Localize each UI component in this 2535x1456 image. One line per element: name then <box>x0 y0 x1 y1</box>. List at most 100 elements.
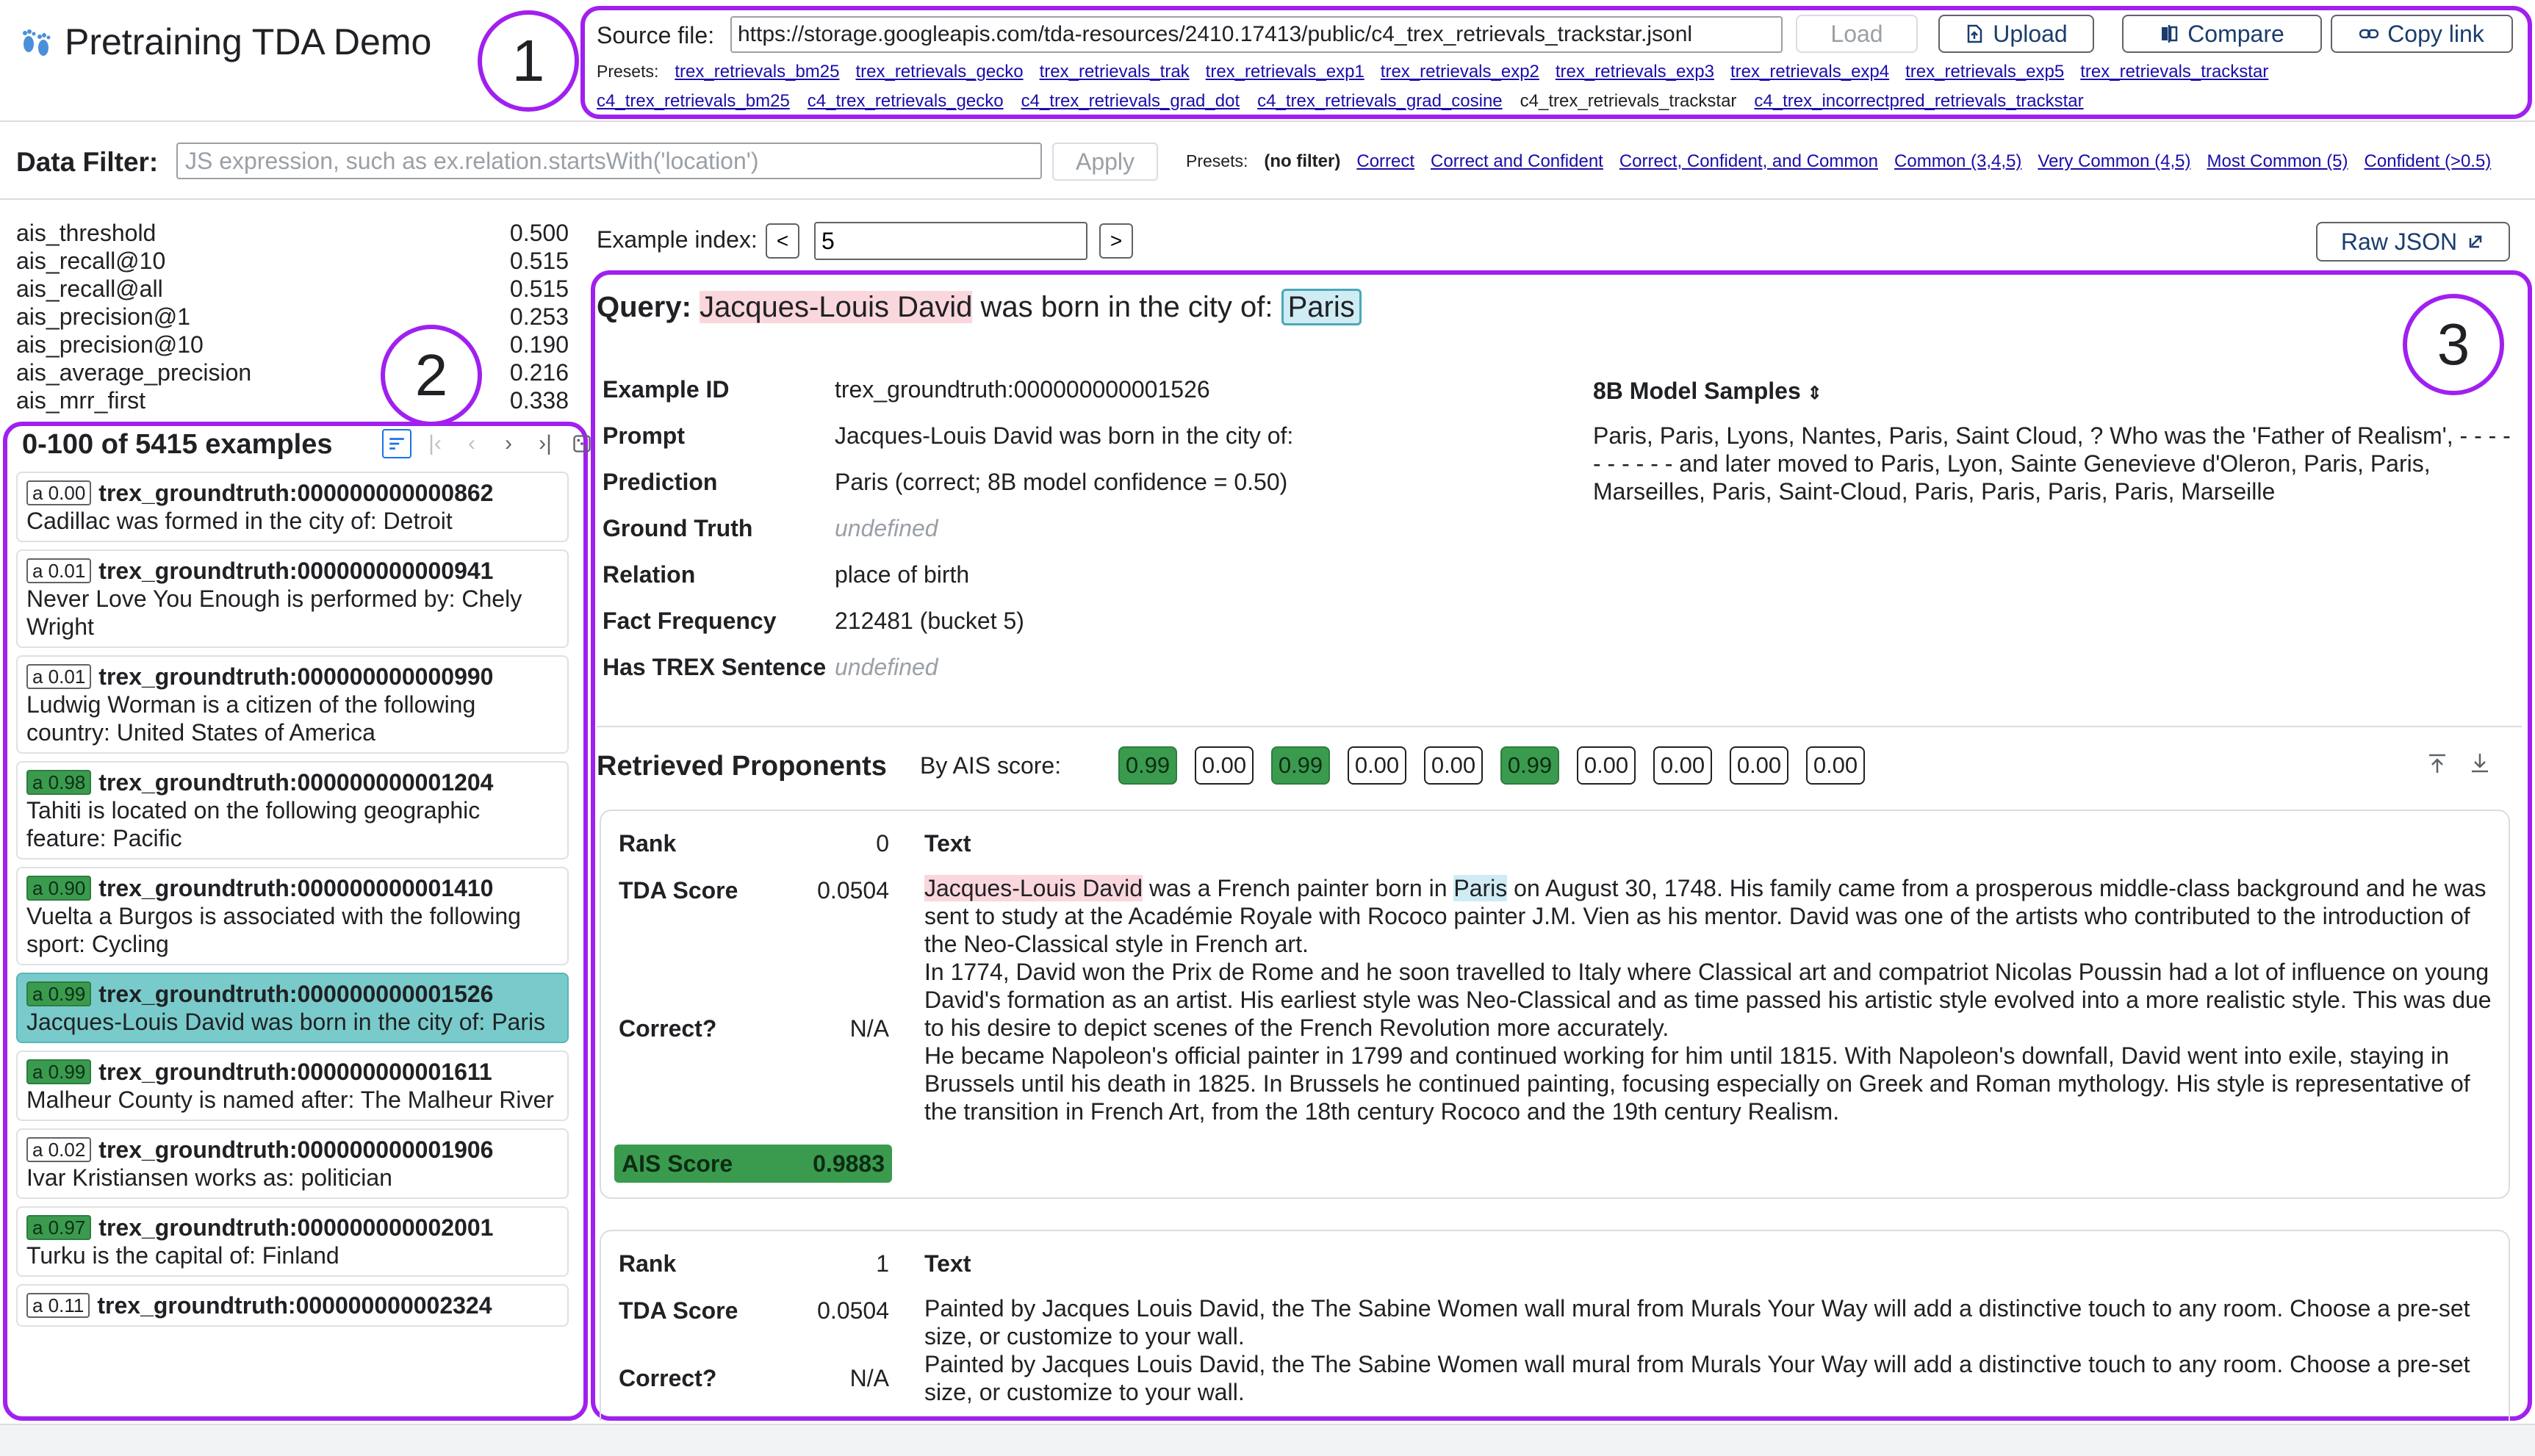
data-filter-input[interactable] <box>176 143 1042 179</box>
metric-name: ais_recall@all <box>16 275 163 302</box>
ais-score-chip[interactable]: 0.99 <box>1271 746 1330 785</box>
filter-preset-link[interactable]: Most Common (5) <box>2207 151 2348 172</box>
rank-value: 0 <box>876 830 889 857</box>
ais-score-chip[interactable]: 0.00 <box>1348 746 1406 785</box>
download-icon[interactable] <box>2467 751 2492 776</box>
ais-score-chip[interactable]: 0.00 <box>1195 746 1254 785</box>
list-item-text: Ivar Kristiansen works as: politician <box>26 1164 392 1191</box>
previous-example-button[interactable]: < <box>766 223 799 259</box>
next-page-icon[interactable]: › <box>495 429 522 458</box>
previous-page-icon[interactable]: ‹ <box>459 429 485 458</box>
detail-value: undefined <box>835 654 938 680</box>
ais-score-chip[interactable]: 0.00 <box>1806 746 1865 785</box>
model-samples-header[interactable]: 8B Model Samples ⇕ <box>1593 378 1822 405</box>
detail-label: Ground Truth <box>603 515 753 541</box>
list-item[interactable]: a 0.98 trex_groundtruth:000000000001204 Ta… <box>16 761 569 859</box>
filter-preset-link[interactable]: Very Common (4,5) <box>2038 151 2190 172</box>
list-item-id: trex_groundtruth:000000000001611 <box>98 1059 492 1085</box>
preset-link[interactable]: c4_trex_retrievals_grad_dot <box>1021 91 1240 112</box>
preset-link[interactable]: c4_trex_retrievals_bm25 <box>597 91 790 112</box>
apply-button[interactable]: Apply <box>1052 143 1158 181</box>
ais-badge: a 0.02 <box>26 1137 92 1162</box>
first-page-icon[interactable]: |‹ <box>422 429 448 458</box>
list-item[interactable]: a 0.99 trex_groundtruth:000000000001526 Ja… <box>16 973 569 1043</box>
proponent-text: Jacques-Louis David was a French painter… <box>924 874 2497 1125</box>
preset-link[interactable]: trex_retrievals_exp2 <box>1381 62 1539 82</box>
filter-preset-link[interactable]: Common (3,4,5) <box>1894 151 2021 172</box>
preset-link[interactable]: c4_trex_retrievals_gecko <box>808 91 1004 112</box>
ais-badge: a 0.90 <box>26 876 92 901</box>
text-paragraph: In 1774, David won the Prix de Rome and … <box>924 959 2492 1041</box>
list-item-text: Tahiti is located on the following geogr… <box>26 797 481 851</box>
source-presets-row-2: c4_trex_retrievals_bm25 c4_trex_retrieva… <box>597 91 2084 112</box>
metric-name: ais_recall@10 <box>16 248 166 274</box>
list-item[interactable]: a 0.90 trex_groundtruth:000000000001410 Vu… <box>16 867 569 965</box>
preset-link[interactable]: trex_retrievals_exp3 <box>1556 62 1714 82</box>
preset-link[interactable]: trex_retrievals_trackstar <box>2080 62 2268 82</box>
list-item[interactable]: a 0.97 trex_groundtruth:000000000002001 Tu… <box>16 1206 569 1277</box>
metric-value: 0.253 <box>509 303 569 330</box>
ais-badge: a 0.01 <box>26 558 92 583</box>
list-item[interactable]: a 0.99 trex_groundtruth:000000000001611 Ma… <box>16 1050 569 1121</box>
load-label: Load <box>1830 20 1883 47</box>
list-item[interactable]: a 0.02 trex_groundtruth:000000000001906 Iv… <box>16 1128 569 1199</box>
copy-link-button[interactable]: Copy link <box>2331 15 2513 53</box>
query-object: Paris <box>1281 289 1362 325</box>
text-paragraph: Painted by Jacques Louis David, the The … <box>924 1295 2470 1349</box>
ais-score-chip[interactable]: 0.00 <box>1730 746 1788 785</box>
list-item-id: trex_groundtruth:000000000001204 <box>98 769 494 796</box>
preset-link[interactable]: trex_retrievals_exp1 <box>1206 62 1364 82</box>
link-icon <box>2359 29 2379 39</box>
preset-link[interactable]: trex_retrievals_trak <box>1040 62 1190 82</box>
filter-preset-link[interactable]: Correct and Confident <box>1431 151 1603 172</box>
scroll-to-top-icon[interactable] <box>2425 751 2450 776</box>
proponent-text: Painted by Jacques Louis David, the The … <box>924 1294 2497 1408</box>
list-item-text: Turku is the capital of: Finland <box>26 1242 339 1269</box>
preset-link[interactable]: c4_trex_retrievals_grad_cosine <box>1257 91 1503 112</box>
list-item[interactable]: a 0.00 trex_groundtruth:000000000000862 Ca… <box>16 472 569 542</box>
source-presets-row-1: Presets: trex_retrievals_bm25 trex_retri… <box>597 62 2268 82</box>
preset-link[interactable]: trex_retrievals_bm25 <box>675 62 839 82</box>
source-file-input[interactable] <box>730 16 1783 53</box>
compare-button[interactable]: Compare <box>2122 15 2322 53</box>
ais-score-chip[interactable]: 0.99 <box>1500 746 1559 785</box>
preset-current[interactable]: c4_trex_retrievals_trackstar <box>1520 91 1737 112</box>
ais-score-chip[interactable]: 0.00 <box>1653 746 1712 785</box>
list-item[interactable]: a 0.01 trex_groundtruth:000000000000941 Ne… <box>16 549 569 648</box>
ais-score-chip[interactable]: 0.99 <box>1118 746 1177 785</box>
last-page-icon[interactable]: ›| <box>532 429 558 458</box>
compare-icon <box>2162 25 2178 43</box>
ais-score-chip[interactable]: 0.00 <box>1424 746 1483 785</box>
preset-link[interactable]: trex_retrievals_exp4 <box>1730 62 1889 82</box>
list-item[interactable]: a 0.01 trex_groundtruth:000000000000990 Lu… <box>16 655 569 754</box>
upload-button[interactable]: Upload <box>1938 15 2094 53</box>
list-item[interactable]: a 0.11 trex_groundtruth:000000000002324 <box>16 1284 569 1327</box>
detail-label: Prediction <box>603 469 718 495</box>
rank-label: Rank <box>619 830 677 857</box>
no-filter-preset[interactable]: (no filter) <box>1264 151 1340 172</box>
ais-score-label: AIS Score <box>622 1150 733 1177</box>
sort-toggle-icon: ⇕ <box>1807 383 1822 403</box>
app-title: Pretraining TDA Demo <box>18 21 431 63</box>
model-samples-text: Paris, Paris, Lyons, Nantes, Paris, Sain… <box>1593 422 2511 505</box>
footprints-icon <box>23 29 51 56</box>
example-index-input[interactable] <box>814 222 1087 260</box>
filter-preset-link[interactable]: Correct, Confident, and Common <box>1619 151 1878 172</box>
correct-value: N/A <box>849 1015 889 1042</box>
preset-link[interactable]: trex_retrievals_gecko <box>855 62 1023 82</box>
list-item-header: a 0.90 trex_groundtruth:000000000001410 <box>26 874 558 902</box>
filter-preset-link[interactable]: Confident (>0.5) <box>2365 151 2492 172</box>
raw-json-button[interactable]: Raw JSON <box>2316 222 2510 262</box>
list-item-id: trex_groundtruth:000000000001526 <box>98 981 494 1007</box>
divider <box>597 726 2522 727</box>
preset-link[interactable]: trex_retrievals_exp5 <box>1905 62 2064 82</box>
preset-link[interactable]: c4_trex_incorrectpred_retrievals_trackst… <box>1754 91 2083 112</box>
detail-row: Ground Truth undefined <box>603 515 1293 561</box>
ais-score-chip[interactable]: 0.00 <box>1577 746 1636 785</box>
load-button[interactable]: Load <box>1796 15 1918 53</box>
metric-value: 0.500 <box>509 220 569 246</box>
filter-preset-link[interactable]: Correct <box>1356 151 1414 172</box>
sort-lines-icon[interactable] <box>382 429 411 458</box>
query-text: was born in the city of: <box>980 291 1273 323</box>
next-example-button[interactable]: > <box>1099 223 1133 259</box>
